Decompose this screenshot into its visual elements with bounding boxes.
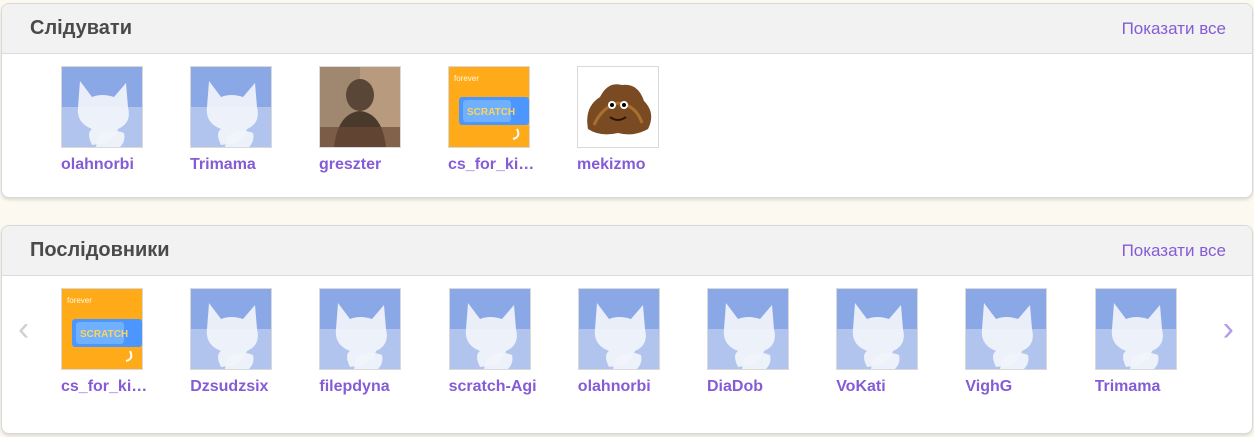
furry-creature-icon (578, 67, 658, 147)
svg-text:forever: forever (67, 296, 92, 305)
avatar-photo (320, 67, 400, 147)
default-cat-icon (1095, 289, 1176, 369)
avatar[interactable]: forever SCRATCH (448, 66, 530, 148)
followers-user-item[interactable]: Trimama (1094, 288, 1207, 396)
scratch-forever-block-icon: forever SCRATCH (62, 289, 142, 369)
default-cat-icon (966, 289, 1047, 369)
avatar[interactable] (190, 288, 273, 370)
followers-user-item[interactable]: olahnorbi (577, 288, 690, 396)
avatar[interactable] (1094, 288, 1177, 370)
followers-user-item[interactable]: VighG (965, 288, 1077, 396)
following-user-item[interactable]: forever SCRATCH cs_for_ki… (448, 66, 560, 174)
following-show-all-link[interactable]: Показати все (1122, 19, 1226, 39)
avatar[interactable] (836, 288, 919, 370)
followers-user-item[interactable]: filepdyna (319, 288, 431, 396)
username-link[interactable]: greszter (319, 156, 409, 174)
followers-user-item[interactable]: VoKati (836, 288, 948, 396)
username-link[interactable]: scratch-Agi (449, 378, 539, 396)
username-link[interactable]: Trimama (1095, 378, 1185, 396)
scratch-forever-block-icon: forever SCRATCH (449, 67, 529, 147)
username-link[interactable]: olahnorbi (61, 156, 151, 174)
avatar[interactable] (707, 288, 789, 370)
following-user-item[interactable]: Trimama (190, 66, 302, 174)
avatar[interactable] (577, 66, 659, 148)
followers-show-all-link[interactable]: Показати все (1122, 241, 1226, 261)
followers-list: forever SCRATCH cs_for_ki… Dzsudzsix filepdy… (2, 288, 1252, 408)
svg-text:SCRATCH: SCRATCH (80, 329, 128, 340)
followers-user-item[interactable]: DiaDob (707, 288, 819, 396)
default-cat-icon (837, 289, 918, 369)
default-cat-icon (708, 289, 788, 369)
followers-header: Послідовники Показати все (2, 226, 1252, 276)
username-link[interactable]: olahnorbi (578, 378, 668, 396)
username-link[interactable]: filepdyna (319, 378, 409, 396)
avatar[interactable] (61, 66, 143, 148)
username-link[interactable]: Trimama (190, 156, 280, 174)
chevron-right-icon[interactable]: › (1223, 312, 1234, 346)
avatar[interactable] (319, 66, 401, 148)
avatar[interactable] (319, 288, 402, 370)
username-link[interactable]: mekizmo (577, 156, 667, 174)
avatar[interactable] (577, 288, 660, 370)
followers-title: Послідовники (30, 239, 170, 261)
username-link[interactable]: DiaDob (707, 378, 797, 396)
following-header: Слідувати Показати все (2, 4, 1252, 54)
default-cat-icon (191, 67, 271, 147)
svg-text:SCRATCH: SCRATCH (467, 107, 515, 118)
following-user-item[interactable]: mekizmo (577, 66, 689, 174)
avatar[interactable]: forever SCRATCH (61, 288, 143, 370)
default-cat-icon (191, 289, 272, 369)
following-user-item[interactable]: olahnorbi (61, 66, 173, 174)
followers-user-item[interactable]: scratch-Agi (448, 288, 561, 396)
following-title: Слідувати (30, 17, 133, 39)
chevron-left-icon[interactable]: ‹ (18, 312, 29, 346)
username-link[interactable]: VighG (965, 378, 1055, 396)
username-link[interactable]: cs_for_ki… (448, 156, 538, 174)
avatar[interactable] (190, 66, 272, 148)
default-cat-icon (449, 289, 530, 369)
default-cat-icon (320, 289, 401, 369)
following-box: Слідувати Показати все olahnorbi Trimama g… (1, 3, 1253, 198)
default-cat-icon (62, 67, 142, 147)
followers-user-item[interactable]: Dzsudzsix (190, 288, 302, 396)
following-list: olahnorbi Trimama greszter forever SCRATCH cs… (2, 66, 1252, 186)
avatar[interactable] (448, 288, 531, 370)
followers-user-item[interactable]: forever SCRATCH cs_for_ki… (61, 288, 173, 396)
username-link[interactable]: cs_for_ki… (61, 378, 151, 396)
default-cat-icon (578, 289, 659, 369)
username-link[interactable]: VoKati (836, 378, 926, 396)
followers-box: Послідовники Показати все forever SCRATCH… (1, 225, 1253, 434)
svg-text:forever: forever (454, 74, 479, 83)
username-link[interactable]: Dzsudzsix (190, 378, 280, 396)
avatar[interactable] (965, 288, 1048, 370)
following-user-item[interactable]: greszter (319, 66, 431, 174)
